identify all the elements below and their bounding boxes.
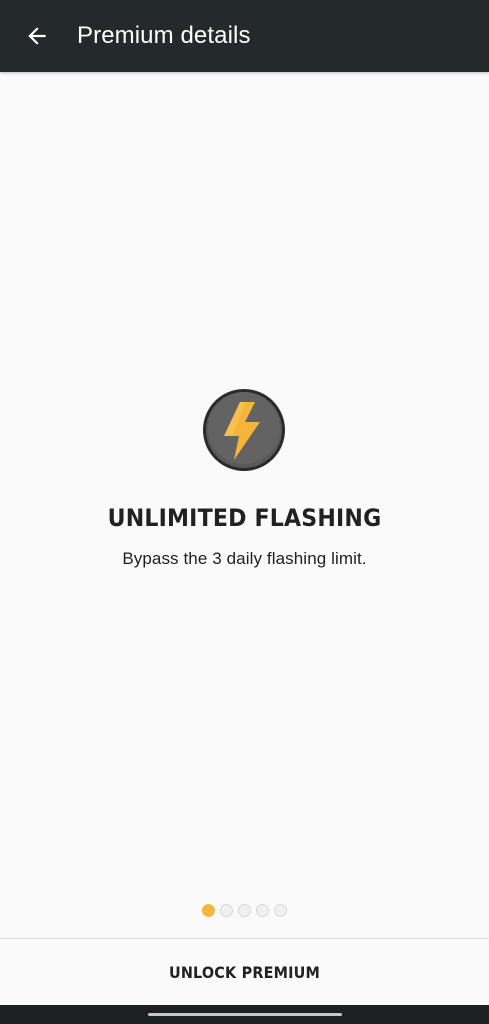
feature-slide[interactable]: UNLIMITED FLASHING Bypass the 3 daily fl… bbox=[0, 72, 489, 938]
page-dot-1[interactable] bbox=[202, 904, 215, 917]
back-button[interactable] bbox=[12, 11, 62, 61]
page-dot-3[interactable] bbox=[238, 904, 251, 917]
page-dot-4[interactable] bbox=[256, 904, 269, 917]
feature-title: UNLIMITED FLASHING bbox=[107, 504, 382, 532]
page-title: Premium details bbox=[77, 22, 251, 49]
arrow-left-icon bbox=[28, 27, 46, 45]
lightning-bolt-icon bbox=[203, 389, 285, 471]
page-dot-5[interactable] bbox=[274, 904, 287, 917]
page-dot-2[interactable] bbox=[220, 904, 233, 917]
premium-details-screen: Premium details UNLIMITED FLASHING Bypas… bbox=[0, 0, 489, 1024]
feature-description: Bypass the 3 daily flashing limit. bbox=[122, 549, 367, 568]
gesture-handle[interactable] bbox=[148, 1013, 342, 1016]
page-indicator bbox=[0, 904, 489, 917]
system-navigation-bar bbox=[0, 1005, 489, 1024]
unlock-premium-button[interactable]: UNLOCK PREMIUM bbox=[24, 939, 464, 1005]
app-bar: Premium details bbox=[0, 0, 489, 72]
